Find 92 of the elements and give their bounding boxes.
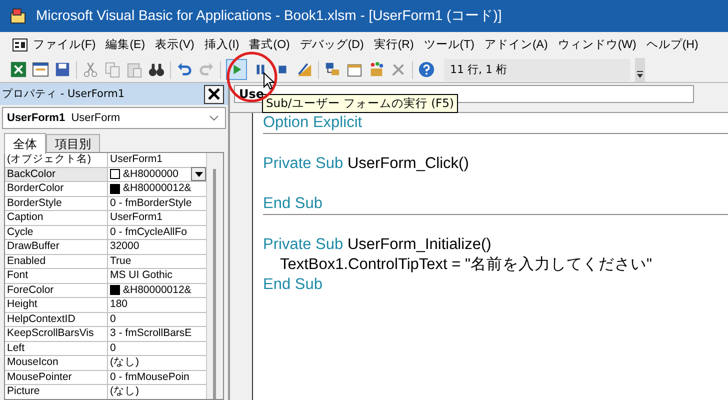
property-value: 3 - fmScrollBarsE <box>110 327 192 340</box>
property-name: Picture <box>5 385 108 398</box>
property-name: KeepScrollBarsVis <box>5 327 108 340</box>
scrollbar[interactable] <box>206 153 223 399</box>
property-name: ForeColor <box>5 284 108 297</box>
caret-icon <box>194 172 202 177</box>
property-value: &H80000012& <box>123 182 192 196</box>
object-browser-icon[interactable] <box>368 61 385 78</box>
property-value: MS UI Gothic <box>110 269 172 282</box>
property-value: UserForm1 <box>110 211 163 224</box>
property-row[interactable]: KeepScrollBarsVis 3 - fmScrollBarsE <box>5 327 206 342</box>
property-name: MousePointer <box>5 370 108 384</box>
dropdown-button[interactable] <box>191 167 206 182</box>
tab[interactable]: 全体 <box>4 133 46 154</box>
property-value: True <box>110 254 132 268</box>
code-line: Private Sub UserForm_Initialize() <box>263 236 492 253</box>
property-value: UserForm1 <box>110 153 163 166</box>
property-value: 0 <box>110 312 116 326</box>
property-value: &H8000000 <box>123 168 178 181</box>
menu-item[interactable]: ファイル(F) <box>28 37 101 52</box>
project-explorer-icon[interactable] <box>324 61 341 78</box>
menu-item[interactable]: アドイン(A) <box>479 37 553 52</box>
position-indicator: 11 行, 1 桁 <box>444 58 630 80</box>
property-row[interactable]: BackColor &H8000000 <box>5 168 206 182</box>
property-value: &H80000012& <box>123 284 192 297</box>
property-row[interactable]: HelpContextID 0 <box>5 312 206 327</box>
property-value: 32000 <box>110 240 140 254</box>
menu-item[interactable]: 書式(O) <box>244 37 295 52</box>
property-row[interactable]: Enabled True <box>5 254 206 269</box>
code-line: Option Explicit <box>263 114 362 131</box>
cursor-icon <box>263 72 275 90</box>
menu-item[interactable]: 実行(R) <box>368 37 419 52</box>
property-value: 0 - fmMousePoin <box>110 370 190 384</box>
menu-item[interactable]: 挿入(I) <box>199 37 244 52</box>
object-dropdown[interactable]: UserForm1 UserForm <box>2 107 226 129</box>
form-icon[interactable] <box>12 38 28 52</box>
property-value: 0 - fmCycleAllFo <box>110 226 188 239</box>
window-title: Microsoft Visual Basic for Applications - Book1.xlsm - [UserForm1 (コード)] <box>36 7 502 25</box>
menu-item[interactable]: 表示(V) <box>150 37 200 52</box>
help-icon[interactable] <box>418 61 435 78</box>
property-value: 0 <box>110 342 116 355</box>
property-name: Cycle <box>5 226 108 239</box>
binoculars-icon[interactable] <box>148 61 165 78</box>
menu-item[interactable]: 編集(E) <box>100 37 150 52</box>
property-row[interactable]: Caption UserForm1 <box>5 211 206 226</box>
property-value: (なし) <box>110 356 139 370</box>
save-icon[interactable] <box>54 61 71 78</box>
close-button[interactable] <box>204 84 224 104</box>
property-row[interactable]: Left 0 <box>5 342 206 356</box>
tab[interactable]: 項目別 <box>46 134 100 153</box>
property-row[interactable]: ForeColor &H80000012& <box>5 284 206 298</box>
menu-item[interactable]: ツール(T) <box>418 37 480 52</box>
property-value: 0 - fmBorderStyle <box>110 196 192 210</box>
chevron-icon <box>209 115 219 121</box>
property-name: Height <box>5 298 108 312</box>
property-row[interactable]: Height 180 <box>5 298 206 312</box>
tooltip: Sub/ユーザー フォームの実行 (F5) <box>262 94 458 113</box>
property-name: MouseIcon <box>5 356 108 370</box>
code-line: End Sub <box>263 276 322 293</box>
property-row[interactable]: MousePointer 0 - fmMousePoin <box>5 370 206 385</box>
menu-item[interactable]: ウィンドウ(W) <box>552 37 642 52</box>
panel-title: プロパティ - UserForm1 <box>2 87 125 101</box>
code-line: Private Sub UserForm_Click() <box>263 155 469 172</box>
menu-item[interactable]: ヘルプ(H) <box>641 37 704 52</box>
property-name: Caption <box>5 211 108 224</box>
property-name: BorderStyle <box>5 196 108 210</box>
property-row[interactable]: BorderStyle 0 - fmBorderStyle <box>5 196 206 211</box>
property-name: (オブジェクト名) <box>5 153 108 166</box>
property-name: BackColor <box>5 168 108 181</box>
property-value: (なし) <box>110 385 139 398</box>
property-name: BorderColor <box>5 182 108 196</box>
spreadsheet-icon[interactable] <box>10 61 27 78</box>
property-name: Enabled <box>5 254 108 268</box>
form-icon[interactable] <box>32 61 49 78</box>
property-name: HelpContextID <box>5 312 108 326</box>
property-name: Font <box>5 269 108 282</box>
design-mode-icon[interactable] <box>296 61 313 78</box>
close-icon <box>208 88 220 100</box>
property-value: 180 <box>110 298 128 312</box>
menu-item[interactable]: デバッグ(D) <box>294 37 369 52</box>
property-name: Left <box>5 342 108 355</box>
code-line: TextBox1.ControlTipText = "名前を入力してください" <box>278 256 652 273</box>
property-row[interactable]: BorderColor &H80000012& <box>5 182 206 196</box>
property-row[interactable]: Font MS UI Gothic <box>5 269 206 284</box>
property-name: DrawBuffer <box>5 240 108 254</box>
property-row[interactable]: MouseIcon (なし) <box>5 356 206 370</box>
undo-icon[interactable] <box>176 61 193 78</box>
app-icon <box>10 7 28 25</box>
property-row[interactable]: Cycle 0 - fmCycleAllFo <box>5 226 206 240</box>
code-line: End Sub <box>263 195 322 212</box>
property-row[interactable]: DrawBuffer 32000 <box>5 240 206 254</box>
toolbar-options-icon[interactable] <box>635 58 645 82</box>
